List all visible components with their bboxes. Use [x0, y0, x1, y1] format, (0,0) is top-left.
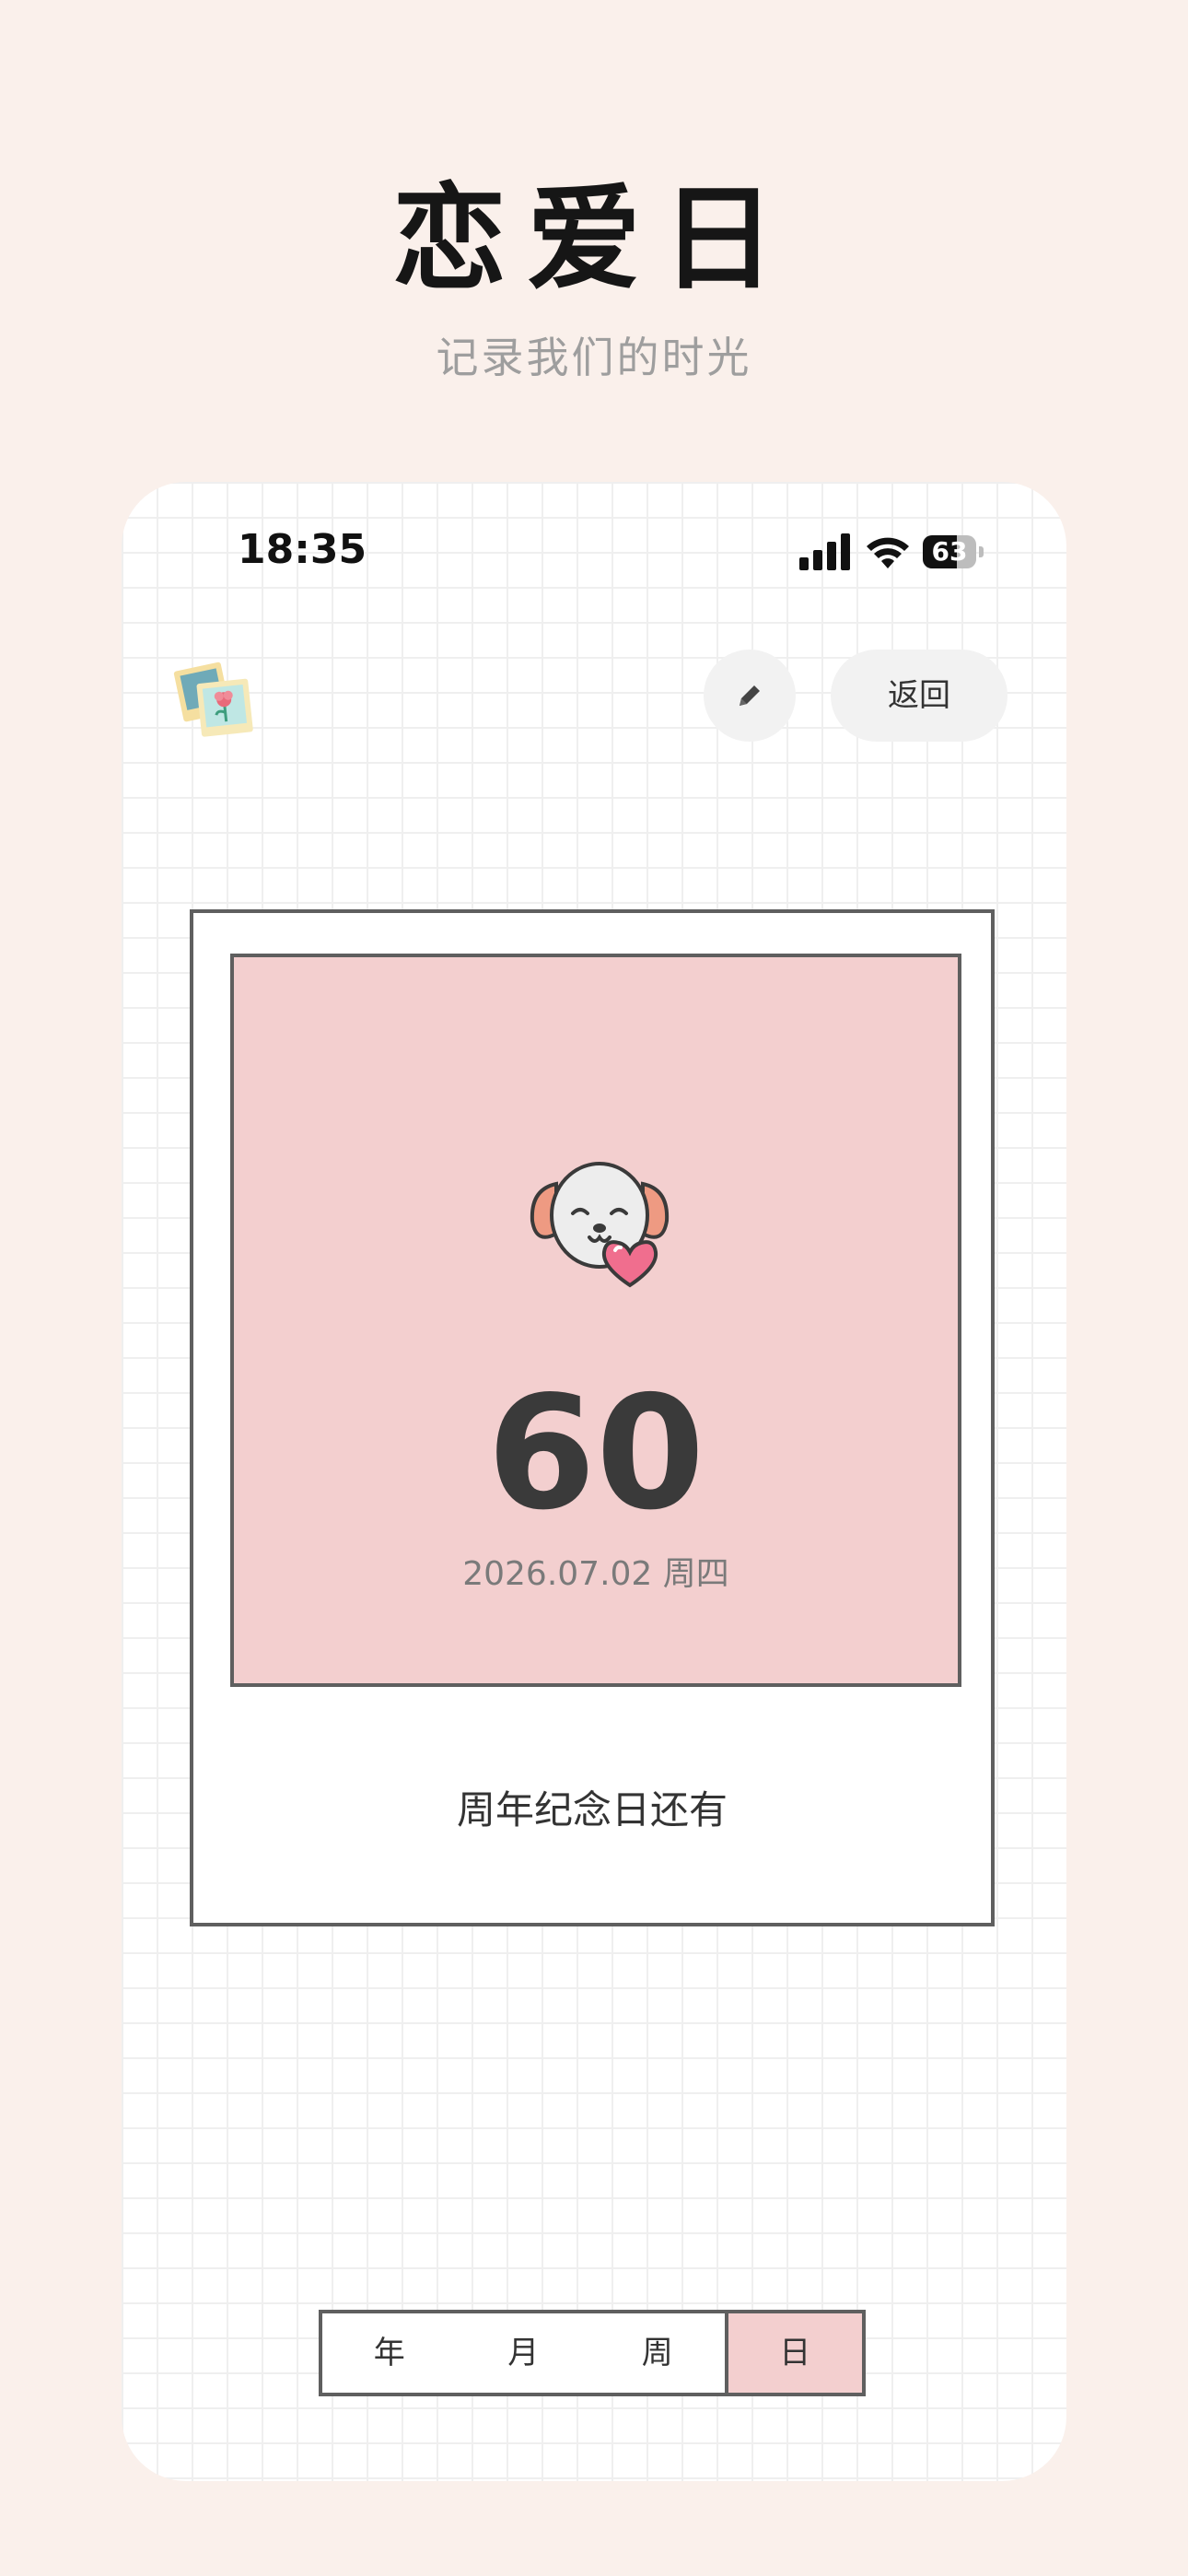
countdown-card: 60 2026.07.02 周四 周年纪念日还有: [190, 909, 995, 1926]
page-subtitle: 记录我们的时光: [436, 333, 752, 382]
segment-year[interactable]: 年: [322, 2313, 457, 2393]
wifi-icon: [867, 537, 909, 568]
countdown-caption: 周年纪念日还有: [456, 1787, 728, 1832]
target-date: 2026.07.02 周四: [462, 1555, 729, 1593]
countdown-number: 60: [486, 1363, 705, 1545]
photo-frame-icon[interactable]: [173, 657, 256, 740]
edit-button[interactable]: [704, 650, 796, 742]
back-button[interactable]: 返回: [831, 650, 1007, 742]
status-time: 18:35: [238, 526, 367, 573]
signal-icon: [799, 533, 850, 570]
countdown-panel: 60 2026.07.02 周四: [230, 954, 961, 1687]
battery-icon: 63: [923, 535, 984, 568]
segment-week[interactable]: 周: [590, 2313, 725, 2393]
page-title: 恋爱日: [391, 173, 796, 306]
dog-with-heart-icon: [530, 1162, 670, 1288]
battery-level: 63: [931, 536, 968, 567]
phone-screen: 18:35 63 返回 60 2026.07.02 周四 周年纪念日还有 年 月…: [122, 482, 1066, 2481]
segment-month[interactable]: 月: [457, 2313, 591, 2393]
period-segmented-control: 年 月 周 日: [319, 2310, 866, 2396]
pencil-icon: [740, 685, 760, 706]
segment-day[interactable]: 日: [724, 2313, 862, 2393]
status-icons: 63: [799, 533, 984, 570]
